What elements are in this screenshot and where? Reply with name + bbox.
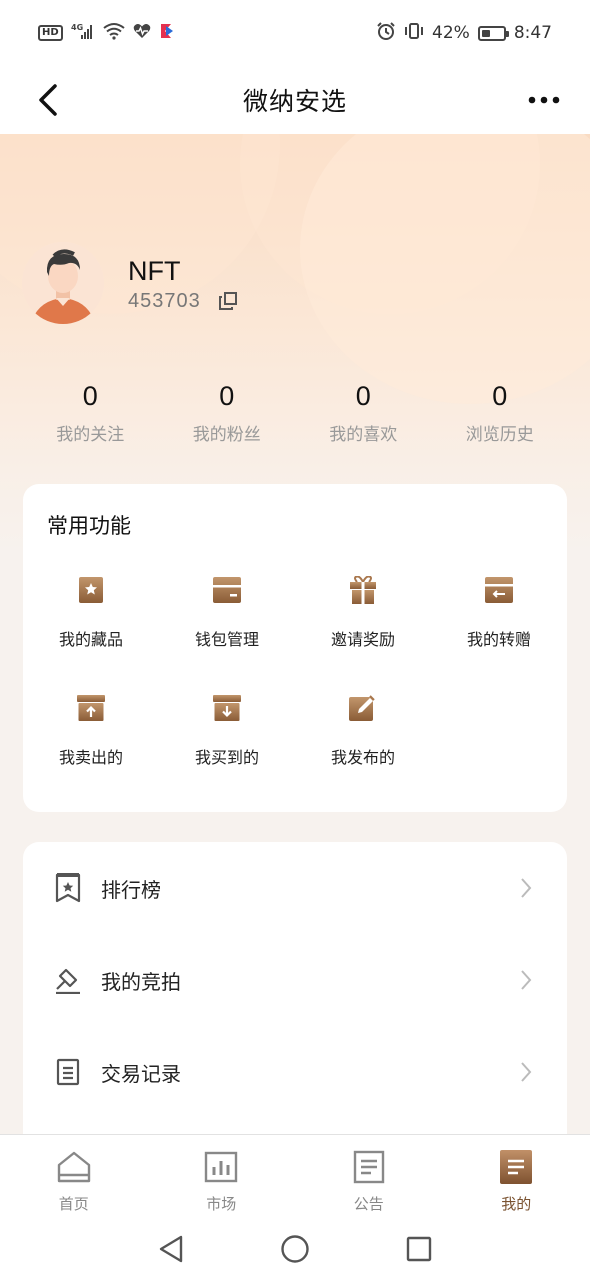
menu-label: 我的竞拍 [101,969,181,994]
more-button[interactable] [528,84,560,116]
system-back-button[interactable] [154,1232,188,1266]
vibrate-icon [404,21,424,45]
stats-row: 0 我的关注 0 我的粉丝 0 我的喜欢 0 浏览历史 [22,378,568,445]
wifi-icon [103,22,125,44]
decor-bubble [300,134,590,404]
stat-value: 0 [219,381,235,411]
function-bought[interactable]: 我买到的 [159,688,295,806]
menu-item-ranking[interactable]: 排行榜 [23,842,567,934]
square-recents-icon [406,1236,432,1262]
stat-value: 0 [492,381,508,411]
tab-market[interactable]: 市场 [148,1135,296,1220]
back-button[interactable] [30,80,66,120]
function-my-collection[interactable]: 我的藏品 [23,570,159,688]
chart-icon [203,1149,239,1185]
more-dots-icon [528,96,560,104]
function-published[interactable]: 我发布的 [295,688,431,806]
function-sold[interactable]: 我卖出的 [23,688,159,806]
page-title: 微纳安选 [242,87,347,116]
circle-home-icon [281,1235,309,1263]
function-label: 我买到的 [194,748,259,767]
avatar-illustration [22,242,104,324]
tab-mine[interactable]: 我的 [443,1135,590,1220]
menu-label: 交易记录 [101,1061,181,1086]
triangle-back-icon [159,1235,183,1263]
tab-label: 公告 [353,1195,384,1213]
function-label: 钱包管理 [194,630,259,649]
stat-following[interactable]: 0 我的关注 [22,378,159,445]
user-name: NFT [128,256,181,286]
function-invite-reward[interactable]: 邀请奖励 [295,570,431,688]
alarm-icon [376,21,396,45]
function-grid: 我的藏品 钱包管理 邀请奖励 我的转赠 我卖出的 我买到的 我发布的 [23,570,567,806]
stat-label: 浏览历史 [465,425,534,445]
menu-list: 排行榜 我的竞拍 交易记录 [23,842,567,1142]
function-label: 我发布的 [330,748,395,767]
box-upload-icon [77,694,105,722]
tab-notice[interactable]: 公告 [295,1135,443,1220]
tab-label: 市场 [206,1195,237,1213]
stat-fans[interactable]: 0 我的粉丝 [159,378,296,445]
clock: 8:47 [513,23,552,43]
status-bar: HD 4G 42% 8:47 [0,0,590,66]
profile-doc-icon [498,1149,534,1185]
hd-icon: HD [38,25,63,41]
battery-percent: 42% [432,23,470,43]
system-navigation-bar [0,1220,590,1278]
gift-icon [349,576,377,604]
status-right: 42% 8:47 [376,21,552,45]
bottom-tab-bar: 首页 市场 公告 我的 [0,1134,590,1220]
common-functions-card: 常用功能 我的藏品 钱包管理 邀请奖励 我的转赠 我卖出的 我买到的 我发布的 [23,484,567,812]
chevron-left-icon [39,84,57,116]
user-id: 453703 [128,290,201,312]
ranking-bookmark-icon [53,873,83,903]
function-label: 我卖出的 [58,748,123,767]
menu-label: 排行榜 [101,877,161,902]
copy-icon [219,292,237,310]
stat-label: 我的喜欢 [329,425,398,445]
auction-hammer-icon [53,965,83,995]
notice-icon [351,1149,387,1185]
signal-icon: 4G [71,22,95,44]
chevron-right-icon [521,878,532,898]
profile-section [22,242,104,324]
system-home-button[interactable] [278,1232,312,1266]
stat-history[interactable]: 0 浏览历史 [432,378,569,445]
nav-bar: 微纳安选 [0,66,590,134]
edit-icon [349,694,377,722]
app-icon [159,22,175,44]
copy-button[interactable] [218,291,240,313]
wallet-icon [213,576,241,604]
battery-fill [481,29,491,37]
chevron-right-icon [521,970,532,990]
transfer-icon [485,576,513,604]
document-list-icon [53,1057,83,1087]
section-title: 常用功能 [47,514,131,538]
svg-text:4G: 4G [71,23,83,32]
stat-likes[interactable]: 0 我的喜欢 [295,378,432,445]
stat-value: 0 [82,381,98,411]
menu-item-auction[interactable]: 我的竞拍 [23,934,567,1026]
function-my-transfer[interactable]: 我的转赠 [431,570,567,688]
home-icon [56,1149,92,1185]
stat-label: 我的粉丝 [192,425,261,445]
tab-home[interactable]: 首页 [0,1135,148,1220]
function-label: 邀请奖励 [330,630,395,649]
avatar[interactable] [22,242,104,324]
menu-item-transaction-records[interactable]: 交易记录 [23,1026,567,1118]
heart-icon [133,23,151,43]
function-label: 我的藏品 [58,630,123,649]
system-recents-button[interactable] [402,1232,436,1266]
stat-label: 我的关注 [56,425,125,445]
function-wallet[interactable]: 钱包管理 [159,570,295,688]
tab-label: 我的 [501,1195,532,1213]
tab-label: 首页 [58,1195,89,1213]
function-label: 我的转赠 [466,630,531,649]
battery-icon [477,25,509,41]
chevron-right-icon [521,1062,532,1082]
status-left: HD 4G [38,22,175,44]
stat-value: 0 [355,381,371,411]
collection-star-icon [77,576,105,604]
box-download-icon [213,694,241,722]
